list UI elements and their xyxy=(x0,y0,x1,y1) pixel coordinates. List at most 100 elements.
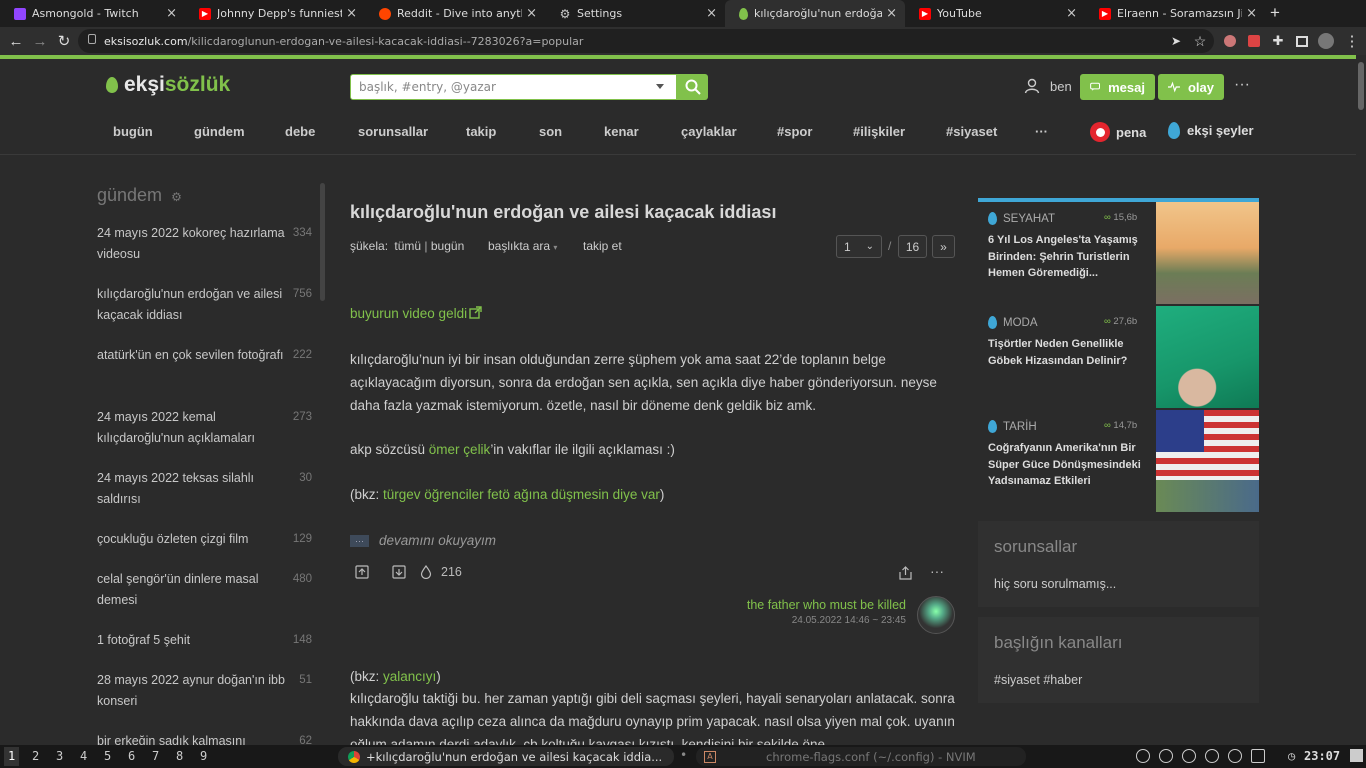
tray-icon[interactable] xyxy=(1159,749,1173,763)
tray-icon[interactable] xyxy=(1251,749,1265,763)
browser-tab[interactable]: Reddit - Dive into anything × xyxy=(365,0,545,27)
channels-list[interactable]: #siyaset #haber xyxy=(994,673,1082,687)
menu-icon[interactable]: ⋮ xyxy=(1342,31,1362,51)
workspace-5[interactable]: 5 xyxy=(104,749,111,763)
workspace-4[interactable]: 4 xyxy=(80,749,87,763)
browser-tab-active[interactable]: kılıçdaroğlu'nun erdoğan ve × xyxy=(725,0,905,27)
browser-tab[interactable]: ▶ YouTube × xyxy=(905,0,1085,27)
nav-more[interactable]: ··· xyxy=(1035,124,1048,139)
sukela-all-link[interactable]: tümü xyxy=(394,239,421,253)
workspace-3[interactable]: 3 xyxy=(56,749,63,763)
workspace-9[interactable]: 9 xyxy=(200,749,207,763)
search-input[interactable]: başlık, #entry, @yazar xyxy=(350,74,677,100)
workspace-2[interactable]: 2 xyxy=(32,749,39,763)
gundem-item[interactable]: 24 mayıs 2022 teksas silahlı saldırısı 30 xyxy=(97,468,312,510)
search-in-topic-button[interactable]: başlıkta ara ▾ xyxy=(488,239,557,253)
tray-icon[interactable] xyxy=(1228,749,1242,763)
nav-item[interactable]: gündem xyxy=(194,124,245,139)
workspace-7[interactable]: 7 xyxy=(152,749,159,763)
forward-icon[interactable]: → xyxy=(30,31,50,51)
gundem-item[interactable]: 28 mayıs 2022 aynur doğan'ın ibb konseri… xyxy=(97,670,312,712)
read-more[interactable]: ··· devamını okuyayım xyxy=(350,533,496,548)
event-button[interactable]: olay xyxy=(1158,74,1224,100)
puzzle-icon[interactable]: ✚ xyxy=(1268,31,1288,51)
entry-more-icon[interactable]: ··· xyxy=(930,563,944,579)
site-logo[interactable]: ekşi sözlük xyxy=(106,73,230,97)
gundem-scrollbar[interactable] xyxy=(320,183,325,301)
nav-item[interactable]: #siyaset xyxy=(946,124,997,139)
nav-item[interactable]: çaylaklar xyxy=(681,124,737,139)
eksi-seyler-card[interactable]: SEYAHAT ∞ 15,6b 6 Yıl Los Angeles'ta Yaş… xyxy=(978,202,1259,304)
pena-link[interactable]: pena xyxy=(1090,122,1146,142)
share-icon[interactable] xyxy=(899,566,912,580)
topic-title[interactable]: kılıçdaroğlu'nun erdoğan ve ailesi kaçac… xyxy=(350,202,776,223)
sidepanel-icon[interactable] xyxy=(1292,31,1312,51)
workspace-6[interactable]: 6 xyxy=(128,749,135,763)
url-field[interactable]: eksisozluk.com/kilicdaroglunun-erdogan-v… xyxy=(78,29,1214,53)
page-scrollbar-thumb[interactable] xyxy=(1358,62,1364,110)
nav-item[interactable]: #ilişkiler xyxy=(853,124,905,139)
nav-item[interactable]: #spor xyxy=(777,124,812,139)
gear-icon[interactable]: ⚙ xyxy=(171,190,182,204)
back-icon[interactable]: ← xyxy=(6,31,26,51)
workspace-1[interactable]: 1 xyxy=(4,747,20,766)
browser-tab[interactable]: Asmongold - Twitch × xyxy=(0,0,185,27)
close-icon[interactable]: × xyxy=(706,6,717,21)
avatar[interactable] xyxy=(1316,31,1336,51)
message-button[interactable]: mesaj xyxy=(1080,74,1155,100)
extension-icon[interactable] xyxy=(1244,31,1264,51)
gundem-item[interactable]: 24 mayıs 2022 kokoreç hazırlama videosu 3… xyxy=(97,223,312,265)
close-icon[interactable]: × xyxy=(346,6,357,21)
workspace-8[interactable]: 8 xyxy=(176,749,183,763)
close-icon[interactable]: × xyxy=(526,6,537,21)
new-tab-button[interactable]: + xyxy=(1270,3,1280,23)
tray-icon[interactable] xyxy=(1136,749,1150,763)
close-icon[interactable]: × xyxy=(886,6,897,21)
close-icon[interactable]: × xyxy=(1246,6,1257,21)
gundem-item[interactable]: celal şengör'ün dinlere masal demesi 480 xyxy=(97,569,312,611)
share-icon[interactable]: ➤ xyxy=(1166,31,1186,51)
avatar[interactable] xyxy=(917,596,955,634)
chevron-down-icon[interactable] xyxy=(656,84,664,89)
notification-icon[interactable] xyxy=(1350,749,1363,762)
taskbar-window-nvim[interactable]: A chrome-flags.conf (~/.config) - NVIM xyxy=(696,747,1026,766)
nav-item[interactable]: son xyxy=(539,124,562,139)
entry-link[interactable]: türgev öğrenciler fetö ağına düşmesin di… xyxy=(383,487,660,502)
more-menu-button[interactable]: ··· xyxy=(1234,76,1250,94)
video-link[interactable]: buyurun video geldi xyxy=(350,306,482,321)
sukela-today-link[interactable]: bugün xyxy=(431,239,464,253)
nav-item[interactable]: takip xyxy=(466,124,496,139)
close-icon[interactable]: × xyxy=(166,6,177,21)
browser-tab[interactable]: ▶ Elraenn - Soramazsın Jigolo İz × xyxy=(1085,0,1265,27)
nav-item[interactable]: kenar xyxy=(604,124,639,139)
eksi-seyler-card[interactable]: TARİH ∞ 14,7b Coğrafyanın Amerika'nın Bi… xyxy=(978,410,1259,512)
page-scrollbar[interactable] xyxy=(1356,55,1366,745)
nav-item[interactable]: debe xyxy=(285,124,315,139)
nav-item[interactable]: bugün xyxy=(113,124,153,139)
tray-icon[interactable] xyxy=(1205,749,1219,763)
gundem-item[interactable]: atatürk'ün en çok sevilen fotoğrafı 222 xyxy=(97,345,312,366)
entry-link[interactable]: ömer çelik xyxy=(429,442,491,457)
gundem-item[interactable]: 1 fotoğraf 5 şehit 148 xyxy=(97,630,312,651)
star-icon[interactable]: ☆ xyxy=(1190,31,1210,51)
browser-tab[interactable]: ⚙ Settings × xyxy=(545,0,725,27)
eksi-seyler-card[interactable]: MODA ∞ 27,6b Tişörtler Neden Genellikle … xyxy=(978,306,1259,408)
entry-link[interactable]: yalancıyı xyxy=(383,669,436,684)
user-menu[interactable]: ben xyxy=(1024,78,1072,94)
gundem-item[interactable]: kılıçdaroğlu'nun erdoğan ve ailesi kaçac… xyxy=(97,284,312,326)
gundem-item[interactable]: 24 mayıs 2022 kemal kılıçdaroğlu'nun açı… xyxy=(97,407,312,449)
browser-tab[interactable]: ▶ Johnny Depp's funniest mom × xyxy=(185,0,365,27)
page-total[interactable]: 16 xyxy=(898,235,927,258)
favorite-drop-icon[interactable] xyxy=(420,565,432,579)
search-button[interactable] xyxy=(677,74,708,100)
reload-icon[interactable]: ↻ xyxy=(54,31,74,51)
nav-item[interactable]: sorunsallar xyxy=(358,124,428,139)
page-select[interactable]: 1 ⌄ xyxy=(836,235,882,258)
gundem-item[interactable]: bir erkeğin sadık kalmasını 62 xyxy=(97,731,312,745)
eksi-seyler-link[interactable]: ekşi şeyler xyxy=(1168,122,1254,139)
tray-icon[interactable] xyxy=(1182,749,1196,763)
upvote-icon[interactable] xyxy=(355,565,369,579)
taskbar-window-chrome[interactable]: +kılıçdaroğlu'nun erdoğan ve ailesi kaça… xyxy=(338,747,674,766)
entry-date[interactable]: 24.05.2022 14:46 ~ 23:45 xyxy=(747,615,906,626)
next-page-button[interactable]: » xyxy=(932,235,955,258)
